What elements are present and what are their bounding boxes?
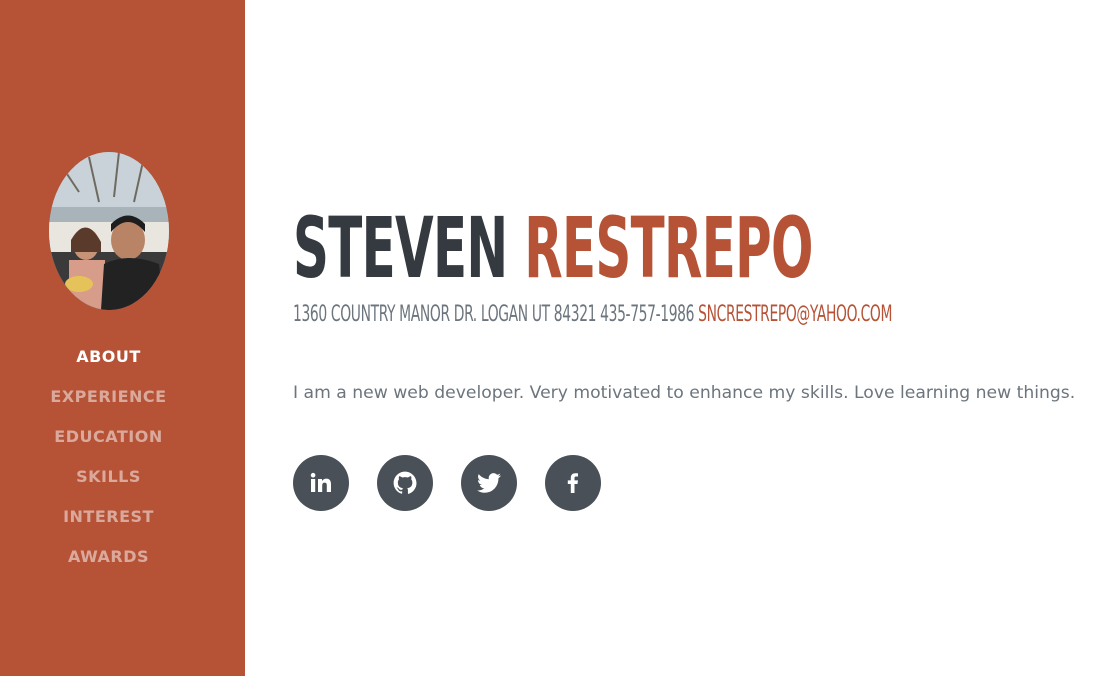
- first-name: STEVEN: [293, 199, 508, 297]
- page-title: STEVEN RESTREPO: [293, 198, 813, 298]
- profile-photo: [49, 152, 169, 310]
- nav-item-skills: SKILLS: [0, 456, 217, 496]
- github-button[interactable]: [377, 455, 433, 511]
- intro-text: I am a new web developer. Very motivated…: [293, 383, 1076, 403]
- nav-item-education: EDUCATION: [0, 416, 217, 456]
- facebook-icon: [567, 473, 578, 493]
- about-section: STEVEN RESTREPO 1360 COUNTRY MANOR DR. L…: [293, 0, 1083, 676]
- nav-item-awards: AWARDS: [0, 536, 217, 576]
- nav-item-experience: EXPERIENCE: [0, 376, 217, 416]
- twitter-icon: [477, 473, 501, 493]
- nav-link-awards[interactable]: AWARDS: [68, 547, 149, 566]
- facebook-button[interactable]: [545, 455, 601, 511]
- nav-link-interest[interactable]: INTEREST: [63, 507, 154, 526]
- nav-link-skills[interactable]: SKILLS: [76, 467, 141, 486]
- contact-line: 1360 COUNTRY MANOR DR. LOGAN UT 84321 43…: [293, 301, 892, 329]
- last-name: RESTREPO: [524, 199, 813, 297]
- nav-link-education[interactable]: EDUCATION: [54, 427, 162, 446]
- linkedin-button[interactable]: [293, 455, 349, 511]
- nav-link-experience[interactable]: EXPERIENCE: [50, 387, 166, 406]
- nav-item-interest: INTEREST: [0, 496, 217, 536]
- sidebar-nav: ABOUT EXPERIENCE EDUCATION SKILLS INTERE…: [0, 336, 217, 576]
- twitter-button[interactable]: [461, 455, 517, 511]
- nav-link-about[interactable]: ABOUT: [76, 347, 141, 366]
- email-link[interactable]: SNCRESTREPO@YAHOO.COM: [698, 302, 892, 327]
- sidebar: ABOUT EXPERIENCE EDUCATION SKILLS INTERE…: [0, 0, 245, 676]
- avatar: [49, 152, 169, 310]
- social-icons: [293, 455, 629, 511]
- address-phone: 1360 COUNTRY MANOR DR. LOGAN UT 84321 43…: [293, 302, 695, 327]
- github-icon: [393, 471, 417, 494]
- linkedin-icon: [310, 472, 331, 492]
- nav-item-about: ABOUT: [0, 336, 217, 376]
